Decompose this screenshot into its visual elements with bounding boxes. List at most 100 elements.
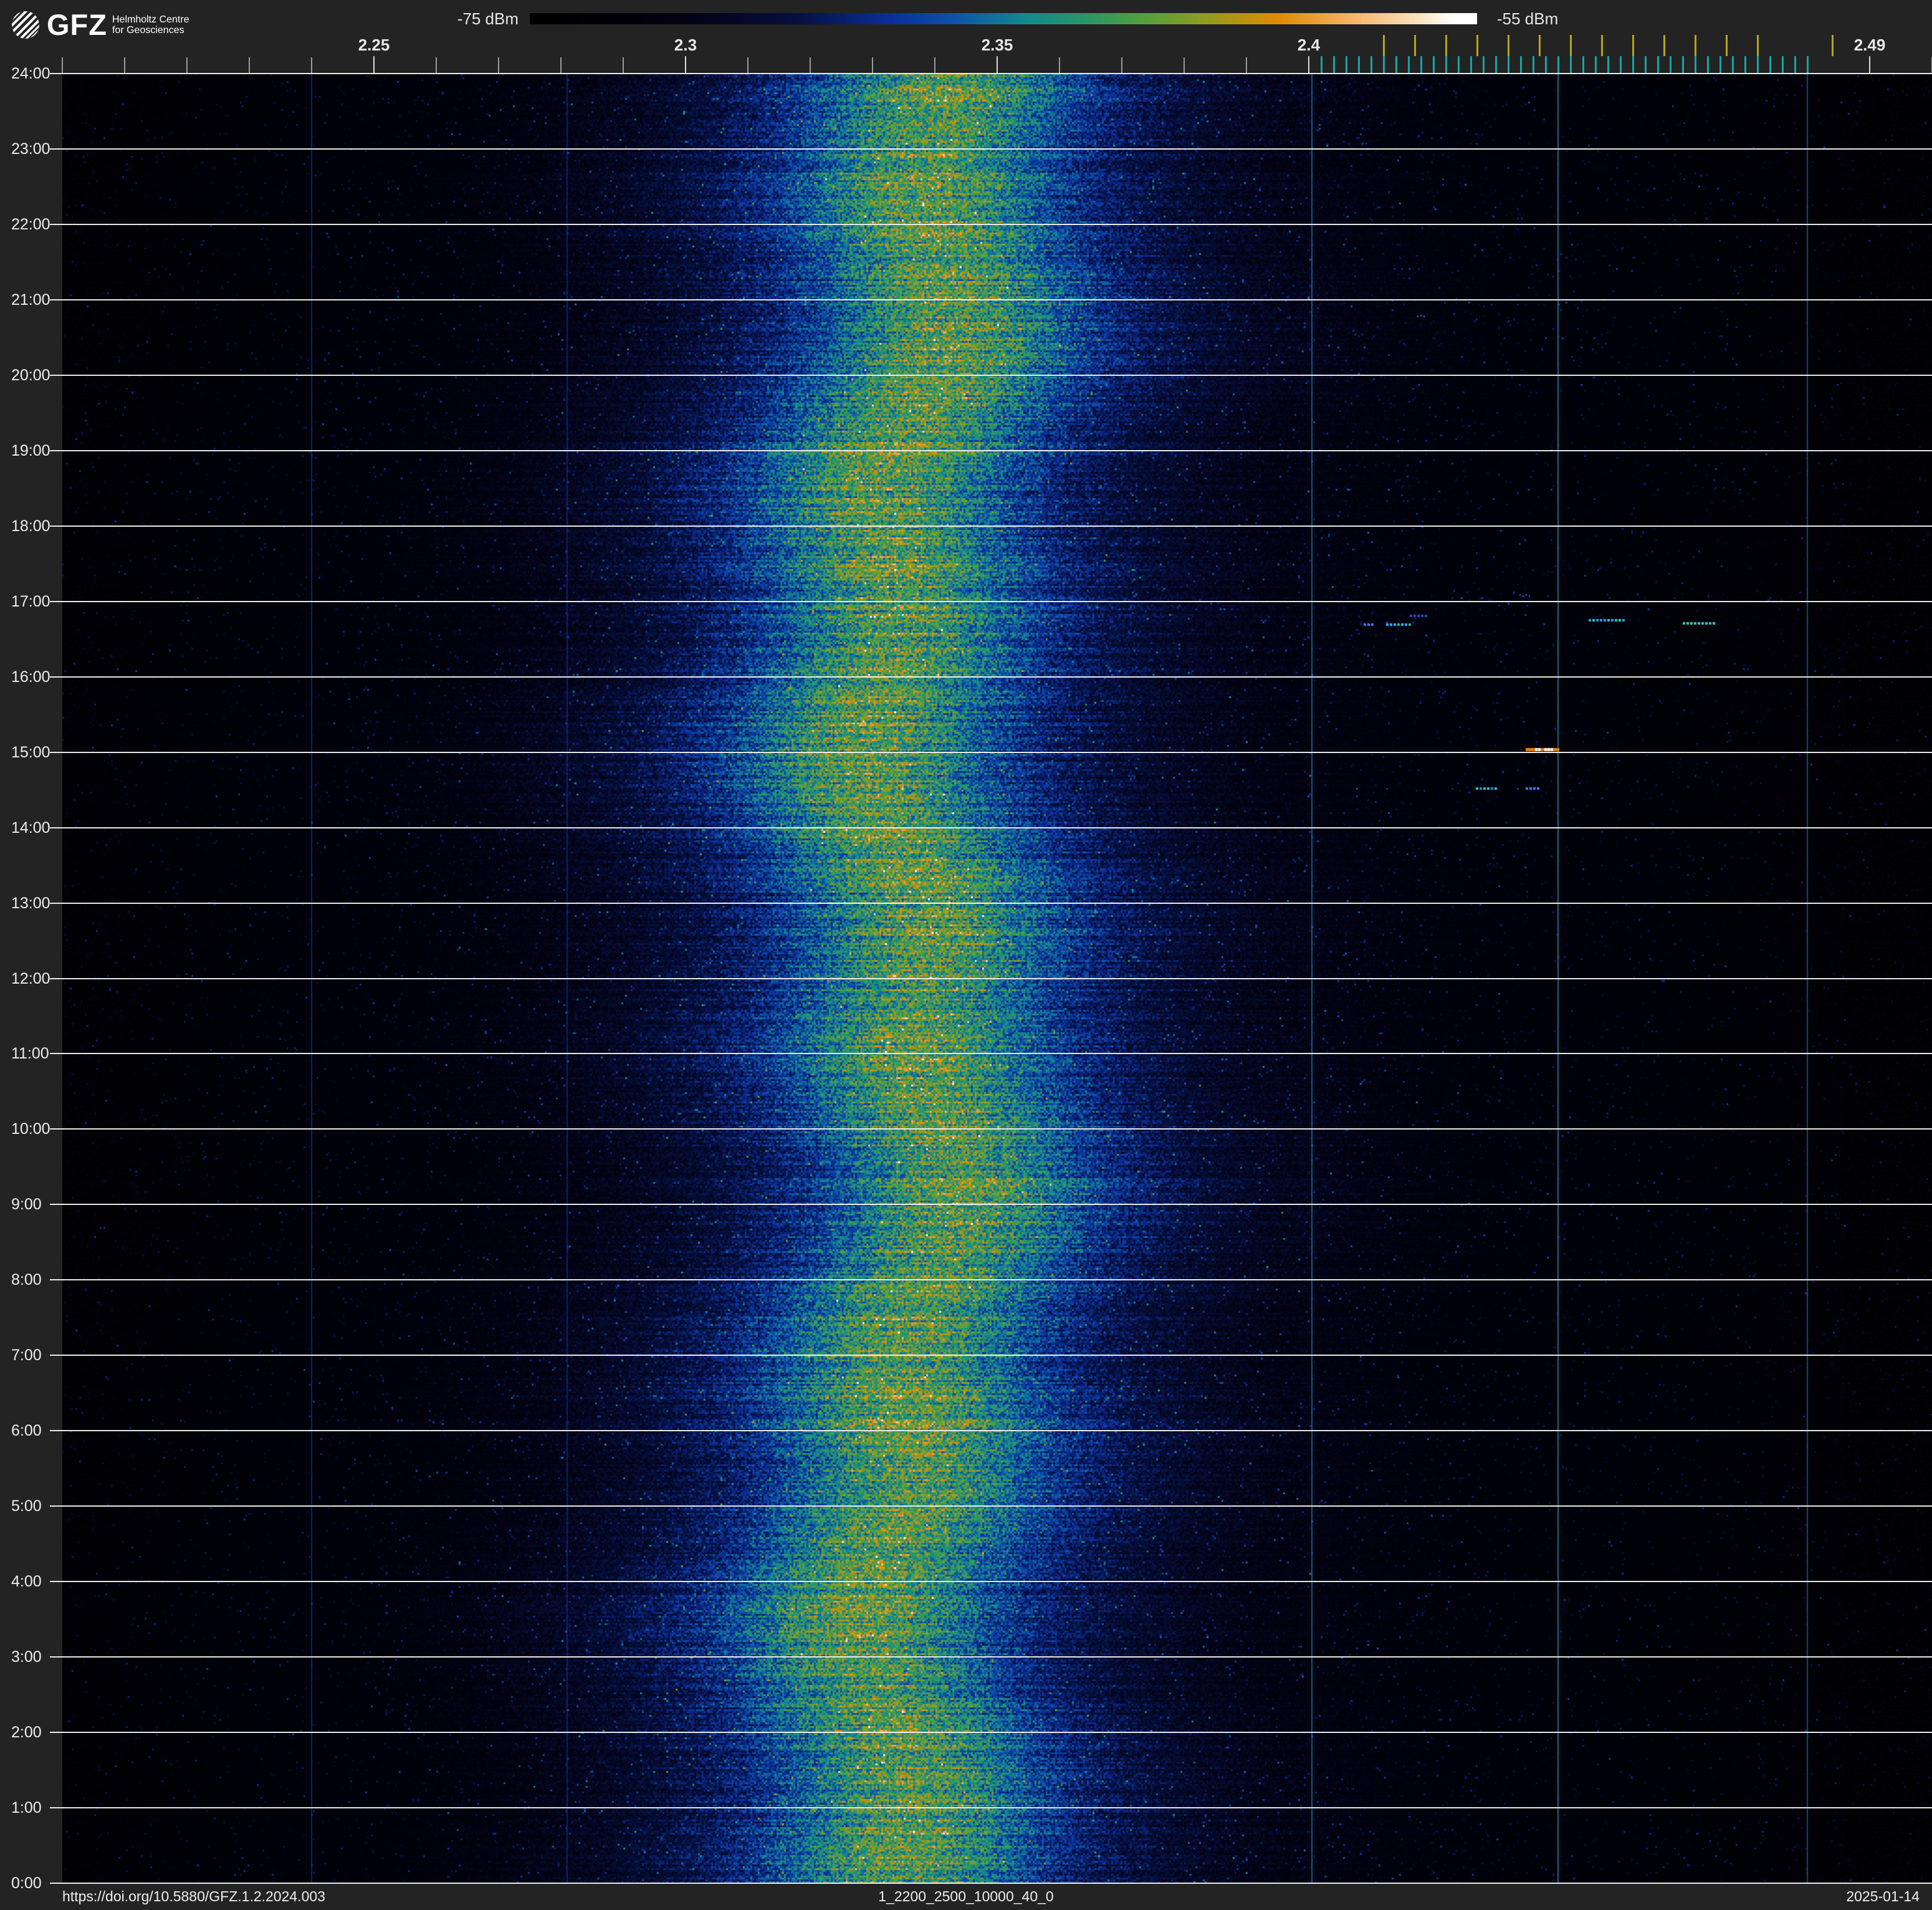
freq-minor-tick [1184,57,1185,74]
spectrogram-page: GFZ Helmholtz Centre for Geosciences -75… [0,0,1932,1910]
ble-channel-tick [1458,56,1460,74]
time-tick-label: 20:00 [11,366,50,384]
time-tick-label: 5:00 [11,1497,42,1515]
ble-channel-tick [1794,56,1796,74]
ble-channel-tick [1346,56,1347,74]
time-tick-label: 10:00 [11,1120,50,1138]
freq-minor-tick [124,57,125,74]
ble-channel-tick [1670,56,1671,74]
time-tick-label: 8:00 [11,1271,42,1289]
ble-channel-tick [1333,56,1335,74]
ble-channel-tick [1769,56,1771,74]
freq-major-tick [1869,56,1870,74]
spectrogram-heatmap [62,74,1932,1883]
wifi-channel-tick [1632,35,1634,56]
ble-channel-tick [1383,56,1385,74]
ble-channel-tick [1645,56,1647,74]
date-label: 2025-01-14 [1846,1888,1920,1904]
time-tick-label: 1:00 [11,1799,42,1817]
ble-channel-tick [1607,56,1609,74]
freq-minor-tick [1121,57,1122,74]
ble-channel-tick [1595,56,1597,74]
freq-major-tick [997,56,998,74]
wifi-channel-tick [1414,35,1416,56]
time-tick-label: 3:00 [11,1648,42,1666]
ble-channel-tick [1533,56,1534,74]
frequency-axis: 2.25 2.3 2.35 2.4 2.49 [0,0,1932,74]
ble-channel-tick [1732,56,1734,74]
wifi-channel-tick [1663,35,1665,56]
time-tick-label: 17:00 [11,592,50,610]
wifi-channel-tick [1445,35,1447,56]
freq-minor-tick [560,57,562,74]
time-tick-label: 13:00 [11,894,50,912]
time-tick-label: 22:00 [11,215,50,233]
ble-channel-tick [1632,56,1634,74]
wifi-channel-tick [1832,35,1834,56]
time-tick-label: 15:00 [11,743,50,761]
ble-channel-tick [1433,56,1435,74]
freq-minor-tick [934,57,935,74]
wifi-channel-tick [1539,35,1541,56]
freq-minor-tick [311,57,312,74]
ble-channel-tick [1620,56,1622,74]
freq-major-tick [685,56,686,74]
dataset-name: 1_2200_2500_10000_40_0 [878,1888,1054,1904]
ble-channel-tick [1582,56,1584,74]
ble-channel-tick [1370,56,1372,74]
wifi-channel-tick [1570,35,1572,56]
ble-channel-tick [1508,56,1509,74]
freq-minor-tick [1246,57,1247,74]
wifi-channel-tick [1695,35,1696,56]
freq-minor-tick [249,57,250,74]
time-tick-label: 12:00 [11,969,50,987]
doi-link[interactable]: https://doi.org/10.5880/GFZ.1.2.2024.003 [62,1888,325,1904]
freq-minor-tick [186,57,188,74]
freq-tick-label: 2.3 [674,36,697,54]
ble-channel-tick [1520,56,1522,74]
ble-channel-tick [1570,56,1572,74]
ble-channel-tick [1420,56,1422,74]
freq-tick-label: 2.4 [1297,36,1321,54]
time-tick-label: 6:00 [11,1422,42,1440]
time-tick-label: 14:00 [11,818,50,837]
freq-minor-tick [62,57,63,74]
ble-channel-tick [1470,56,1472,74]
ble-channel-tick [1321,56,1322,74]
wifi-channel-tick [1476,35,1478,56]
wifi-channel-tick [1383,35,1385,56]
time-tick-label: 16:00 [11,668,50,686]
time-tick-label: 2:00 [11,1724,42,1742]
ble-channel-tick [1744,56,1746,74]
time-tick-label: 4:00 [11,1573,42,1591]
ble-channel-tick [1707,56,1709,74]
freq-minor-tick [436,57,437,74]
wifi-channel-tick [1601,35,1603,56]
time-tick-label: 18:00 [11,517,50,535]
ble-channel-tick [1757,56,1759,74]
wifi-channel-tick [1508,35,1509,56]
freq-minor-tick [872,57,873,74]
ble-channel-tick [1695,56,1696,74]
ble-channel-tick [1782,56,1784,74]
freq-major-tick [1308,56,1309,74]
ble-channel-tick [1545,56,1547,74]
ble-channel-tick [1395,56,1397,74]
ble-channel-tick [1657,56,1659,74]
time-tick-label: 19:00 [11,441,50,459]
freq-minor-tick [810,57,811,74]
ble-channel-tick [1807,56,1809,74]
time-tick-label: 11:00 [11,1045,49,1063]
time-tick-label: 0:00 [11,1874,42,1892]
freq-minor-tick [498,57,499,74]
time-tick-label: 9:00 [11,1196,42,1214]
time-tick-label: 7:00 [11,1346,42,1365]
freq-tick-label: 2.35 [981,36,1013,54]
freq-tick-label: 2.49 [1853,36,1886,54]
ble-channel-tick [1483,56,1485,74]
freq-minor-tick [623,57,624,74]
wifi-channel-tick [1757,35,1759,56]
ble-channel-tick [1719,56,1721,74]
ble-channel-tick [1445,56,1447,74]
ble-channel-tick [1408,56,1410,74]
